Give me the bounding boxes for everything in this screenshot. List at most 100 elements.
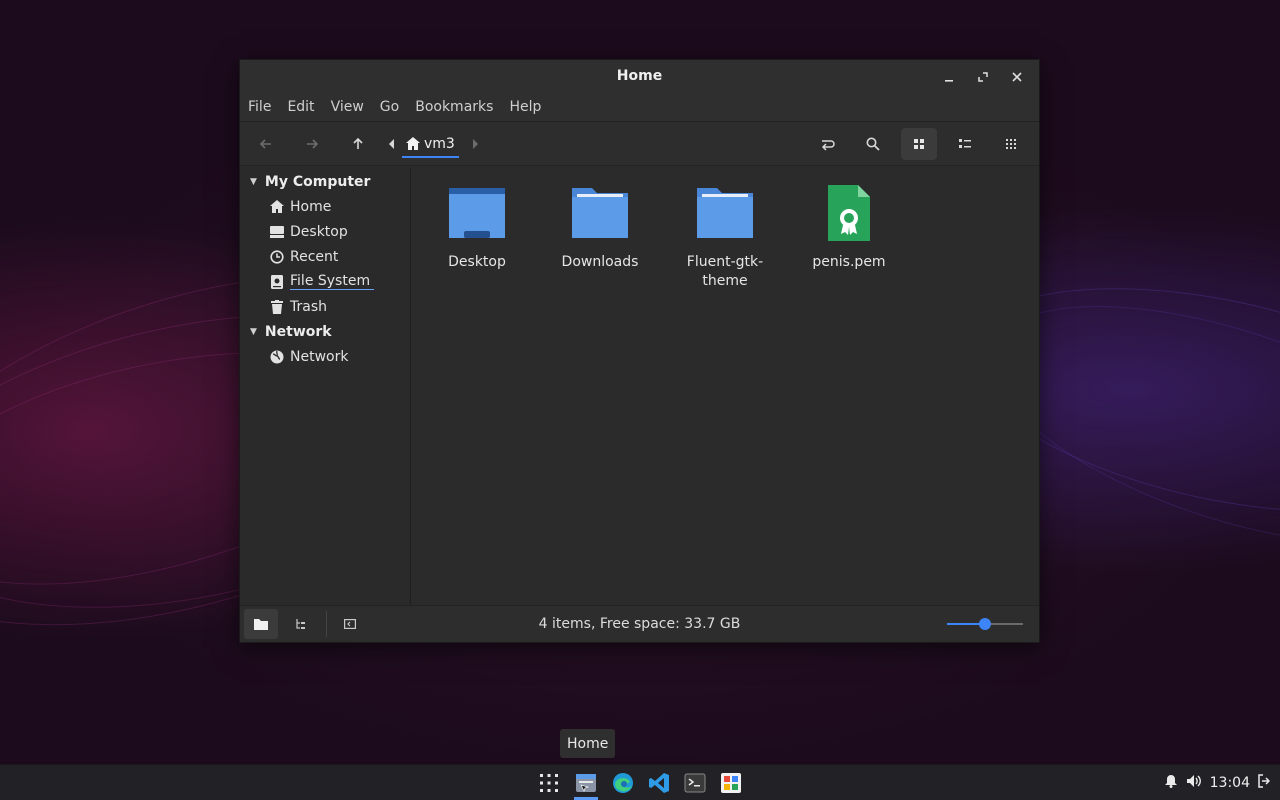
- titlebar[interactable]: Home: [240, 60, 1039, 93]
- menubar: File Edit View Go Bookmarks Help: [240, 93, 1039, 121]
- maximize-button[interactable]: [971, 66, 995, 88]
- menu-view[interactable]: View: [331, 99, 364, 115]
- back-button[interactable]: [248, 128, 284, 160]
- toggle-location-icon: [821, 140, 835, 151]
- minimize-button[interactable]: [937, 66, 961, 88]
- breadcrumb-right-button[interactable]: [465, 128, 485, 160]
- edge-browser-taskbar-button[interactable]: [607, 768, 639, 798]
- sidebar-item-label: Network: [290, 348, 349, 365]
- toolbar: vm3: [240, 121, 1039, 166]
- sidebar-item-file-system[interactable]: File System: [240, 269, 410, 294]
- logout-icon[interactable]: [1258, 774, 1271, 792]
- show-treeview-button[interactable]: [284, 609, 318, 639]
- breadcrumb-home[interactable]: vm3: [402, 128, 459, 160]
- sidebar-item-label: Home: [290, 198, 332, 215]
- up-button[interactable]: [340, 128, 376, 160]
- zoom-slider[interactable]: [947, 618, 1023, 630]
- sidebar-group-label: My Computer: [264, 173, 371, 190]
- drive-icon: [270, 274, 284, 289]
- app-grid-icon: [540, 774, 558, 792]
- sidebar-item-label: File System: [290, 273, 375, 290]
- certificate-icon: [828, 185, 870, 241]
- taskbar: 13:04: [0, 764, 1280, 800]
- tooltip: Home: [560, 729, 616, 758]
- search-button[interactable]: [855, 128, 891, 160]
- sidebar-group-network[interactable]: ▼ Network: [240, 319, 410, 344]
- sidebar-item-label: Trash: [290, 298, 327, 315]
- folder-icon: [572, 188, 628, 238]
- file-name-line-1: Fluent-gtk-: [686, 254, 764, 270]
- window-title: Home: [616, 68, 663, 84]
- compact-view-button[interactable]: [993, 128, 1029, 160]
- sidebar-item-network[interactable]: Network: [240, 344, 410, 369]
- menu-file[interactable]: File: [248, 99, 271, 115]
- volume-icon[interactable]: [1186, 774, 1202, 792]
- menu-bookmarks[interactable]: Bookmarks: [415, 99, 493, 115]
- file-name-line-2: theme: [702, 273, 748, 289]
- file-item-fluent-gtk-theme[interactable]: Fluent-gtk- theme: [675, 185, 775, 291]
- app-grid-button[interactable]: [533, 768, 565, 798]
- hide-sidebar-button[interactable]: [333, 609, 367, 639]
- minimize-icon: [945, 80, 953, 82]
- close-button[interactable]: [1005, 66, 1029, 88]
- file-name: penis.pem: [812, 254, 886, 270]
- app-store-taskbar-button[interactable]: [715, 768, 747, 798]
- menu-edit[interactable]: Edit: [287, 99, 314, 115]
- file-item-pem[interactable]: penis.pem: [799, 185, 899, 272]
- sidebar-item-label: Desktop: [290, 223, 348, 240]
- notification-bell-icon[interactable]: [1164, 774, 1178, 792]
- expander-down-icon[interactable]: ▼: [250, 177, 257, 187]
- back-icon: [259, 138, 271, 149]
- sidebar-item-home[interactable]: Home: [240, 194, 410, 219]
- list-view-button[interactable]: [947, 128, 983, 160]
- icon-view-button[interactable]: [901, 128, 937, 160]
- compact-view-icon: [1006, 139, 1016, 149]
- list-view-icon: [959, 139, 971, 148]
- system-tray: 13:04: [1164, 765, 1271, 800]
- file-name: Desktop: [448, 254, 506, 270]
- vscode-icon: [649, 773, 669, 793]
- sidebar: ▼ My Computer Home Desktop Recent File S…: [240, 167, 411, 605]
- file-manager-taskbar-button[interactable]: [570, 768, 602, 800]
- breadcrumb-left-button[interactable]: [382, 128, 402, 160]
- terminal-icon: [684, 773, 706, 793]
- sidebar-item-label: Recent: [290, 248, 339, 265]
- expander-down-icon[interactable]: ▼: [250, 327, 257, 337]
- recent-icon: [270, 249, 284, 264]
- search-icon: [866, 137, 880, 151]
- folder-icon: [697, 188, 753, 238]
- sidebar-toggle-icon: [344, 619, 356, 629]
- forward-button[interactable]: [294, 128, 330, 160]
- app-store-icon: [721, 773, 741, 793]
- chevron-left-icon: [389, 138, 394, 149]
- file-grid: Desktop Downloads Fluent-gtk- theme peni…: [411, 167, 1039, 605]
- folder-small-icon: [254, 619, 268, 630]
- sidebar-item-recent[interactable]: Recent: [240, 244, 410, 269]
- menu-help[interactable]: Help: [509, 99, 541, 115]
- show-places-button[interactable]: [244, 609, 278, 639]
- sidebar-group-my-computer[interactable]: ▼ My Computer: [240, 169, 410, 194]
- chevron-right-icon: [472, 138, 478, 149]
- icon-view-icon: [914, 139, 924, 149]
- menu-go[interactable]: Go: [380, 99, 399, 115]
- file-name: Fluent-gtk- theme: [675, 253, 775, 291]
- sidebar-item-desktop[interactable]: Desktop: [240, 219, 410, 244]
- maximize-icon: [978, 72, 988, 82]
- close-icon: [1012, 72, 1022, 82]
- forward-icon: [307, 138, 319, 149]
- clock[interactable]: 13:04: [1210, 775, 1250, 791]
- desktop-icon: [270, 225, 284, 239]
- edge-browser-icon: [613, 773, 633, 793]
- file-item-downloads[interactable]: Downloads: [550, 185, 650, 272]
- toggle-location-button[interactable]: [809, 128, 845, 160]
- home-icon: [270, 200, 284, 214]
- zoom-slider-handle[interactable]: [979, 618, 991, 630]
- breadcrumb-label: vm3: [424, 135, 455, 152]
- tree-view-icon: [296, 619, 305, 629]
- terminal-taskbar-button[interactable]: [679, 768, 711, 798]
- up-icon: [353, 137, 363, 149]
- file-item-desktop[interactable]: Desktop: [427, 185, 527, 272]
- vscode-taskbar-button[interactable]: [643, 768, 675, 798]
- statusbar: 4 items, Free space: 33.7 GB: [240, 605, 1039, 642]
- sidebar-item-trash[interactable]: Trash: [240, 294, 410, 319]
